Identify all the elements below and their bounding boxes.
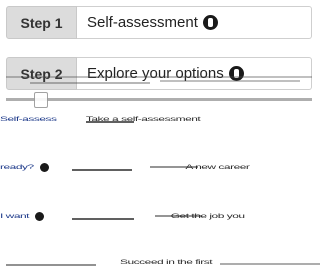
glitch-row-4-right: Succeed in the first — [120, 258, 213, 266]
glitch-row-1-left: Self-assess — [0, 115, 57, 123]
glitch-row-3-left: I want — [0, 212, 30, 220]
glitch-line — [30, 82, 150, 84]
info-circle-icon[interactable] — [228, 66, 244, 81]
step-1-title: Self-assessment — [87, 14, 198, 31]
glitch-row-2-left: ready? — [0, 163, 34, 171]
career-steps-panel: Step 1 Self-assessment Step 2 Explore yo… — [0, 0, 325, 277]
glitch-row-3: I want Get the job you — [0, 210, 325, 226]
step-2-row[interactable]: Step 2 Explore your options — [6, 57, 312, 90]
step-1-row[interactable]: Step 1 Self-assessment — [6, 6, 312, 39]
glitch-line — [6, 76, 312, 78]
step-1-badge: Step 1 — [6, 6, 77, 39]
glitch-line — [6, 264, 96, 266]
glitch-line — [72, 218, 134, 220]
step-1-title-container: Self-assessment — [77, 6, 312, 39]
glitch-line — [155, 215, 201, 217]
glitch-line — [86, 121, 134, 123]
step-2-title-container: Explore your options — [77, 57, 312, 90]
info-circle-icon — [35, 212, 45, 222]
glitch-line — [72, 169, 132, 171]
glitch-line — [220, 263, 320, 265]
info-circle-icon — [40, 163, 50, 173]
slider-track — [6, 98, 312, 101]
glitch-line — [150, 166, 198, 168]
glitch-row-1: Self-assess Take a self-assessment — [0, 113, 325, 129]
slider-thumb[interactable] — [34, 92, 48, 108]
glitch-row-2: ready? A new career — [0, 161, 325, 177]
info-circle-icon[interactable] — [202, 15, 218, 30]
glitch-line — [160, 80, 300, 82]
step-2-badge: Step 2 — [6, 57, 77, 90]
